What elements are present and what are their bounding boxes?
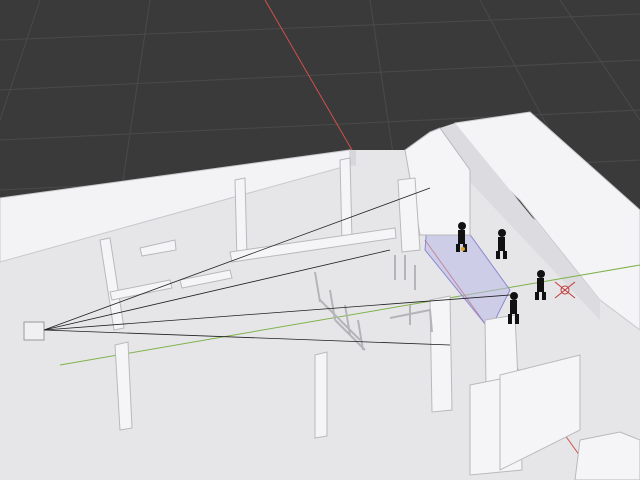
block-object[interactable] <box>23 321 45 341</box>
back-wall-top <box>350 150 356 166</box>
origin-marker[interactable] <box>461 247 465 251</box>
3d-viewport[interactable] <box>0 0 640 480</box>
x-axis-line <box>264 0 353 151</box>
